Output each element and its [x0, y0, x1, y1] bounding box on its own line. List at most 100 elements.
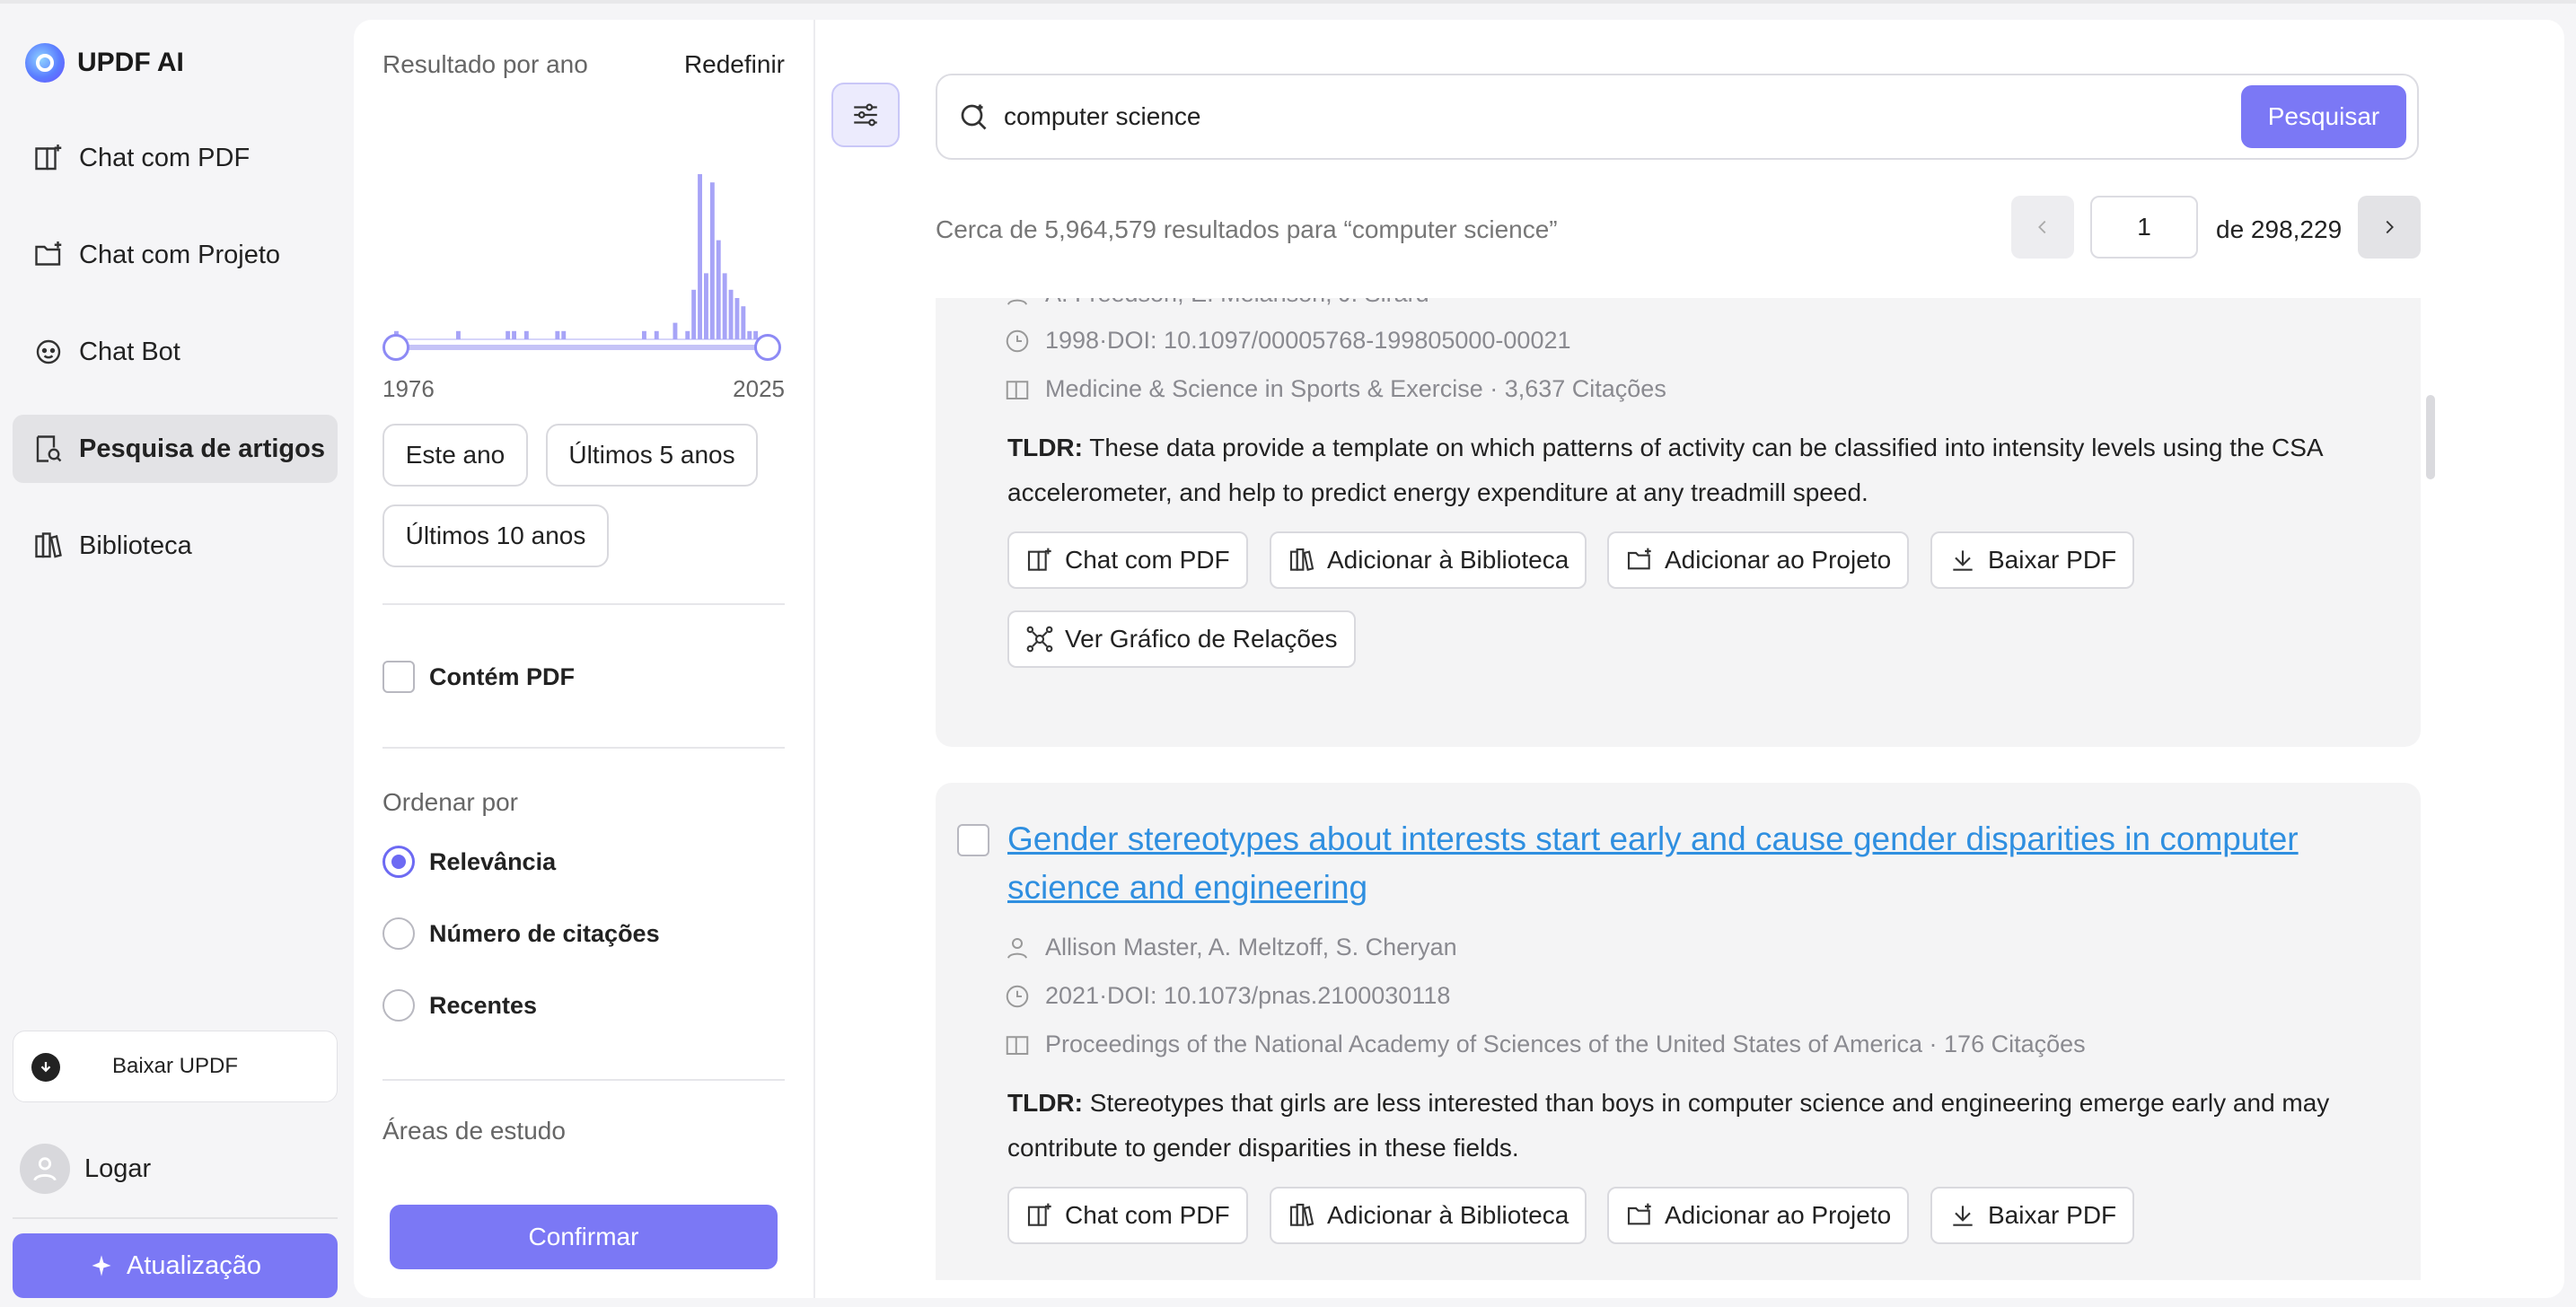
login-button[interactable]: Logar [20, 1144, 151, 1194]
chat-pdf-button[interactable]: Chat com PDF [1007, 531, 1248, 589]
results-count: Cerca de 5,964,579 resultados para “comp… [936, 215, 1558, 243]
histogram-bar [691, 289, 697, 339]
histogram-bar [716, 240, 721, 339]
sidebar: UPDF AI Chat com PDF Chat com Projeto Ch… [0, 0, 350, 1307]
sidebar-item-chat-bot[interactable]: Chat Bot [13, 318, 338, 386]
upgrade-button[interactable]: Atualização [13, 1233, 338, 1298]
sliders-icon [854, 103, 877, 127]
login-label: Logar [84, 1153, 152, 1183]
filter-toggle-button[interactable] [831, 83, 900, 147]
prev-page-button[interactable] [2011, 196, 2074, 259]
app-name: UPDF AI [77, 48, 184, 77]
sparkle-icon [92, 1255, 111, 1276]
histogram-bar [685, 330, 690, 339]
year-range-max-handle[interactable] [754, 334, 781, 361]
download-updf-button[interactable]: Baixar UPDF [13, 1031, 338, 1102]
upgrade-label: Atualização [127, 1250, 261, 1280]
chat-pdf-button[interactable]: Chat com PDF [1007, 1187, 1248, 1244]
sort-option-label: Recentes [429, 991, 538, 1019]
year-range-track [397, 345, 769, 350]
add-to-library-button[interactable]: Adicionar à Biblioteca [1270, 531, 1587, 589]
checkbox-box[interactable] [382, 661, 415, 693]
sidebar-item-chat-project[interactable]: Chat com Projeto [13, 221, 338, 289]
result-tldr: TLDR: These data provide a template on w… [1007, 434, 2323, 506]
download-pdf-button[interactable]: Baixar PDF [1930, 531, 2135, 589]
next-page-button[interactable] [2358, 196, 2421, 259]
main-content: computer science Pesquisar Cerca de 5,96… [815, 20, 2564, 1298]
add-to-library-button[interactable]: Adicionar à Biblioteca [1270, 1187, 1587, 1244]
library-icon [1289, 548, 1314, 571]
histogram-bar [698, 174, 702, 339]
sidebar-item-chat-pdf[interactable]: Chat com PDF [13, 124, 338, 192]
chat-pdf-icon [1027, 548, 1051, 571]
download-pdf-button[interactable]: Baixar PDF [1930, 1187, 2135, 1244]
radio-dot[interactable] [382, 989, 415, 1022]
search-doc-icon [36, 435, 62, 462]
histogram-bar [642, 330, 646, 339]
scrollbar-thumb[interactable] [2426, 395, 2435, 479]
folder-plus-icon [1627, 1203, 1651, 1225]
this-year-button[interactable]: Este ano [382, 424, 528, 487]
sidebar-item-label: Chat com PDF [79, 143, 251, 172]
chat-pdf-icon [35, 145, 62, 171]
sort-option-label: Relevância [429, 847, 557, 875]
radio-dot[interactable] [382, 917, 415, 950]
result-title-link[interactable]: Gender stereotypes about interests start… [1007, 815, 2318, 912]
divider [382, 747, 785, 749]
clock-icon [1006, 985, 1029, 1007]
person-icon [1007, 299, 1027, 305]
sidebar-item-library[interactable]: Biblioteca [13, 512, 338, 580]
year-histogram [393, 174, 765, 340]
sidebar-item-label: Chat Bot [79, 337, 180, 366]
folder-plus-icon [35, 241, 62, 266]
chevron-left-icon [2038, 220, 2046, 234]
updf-logo-icon [25, 43, 65, 83]
download-icon [31, 1053, 60, 1082]
search-input[interactable]: computer science [1004, 102, 2241, 131]
year-range-min-handle[interactable] [382, 334, 409, 361]
sidebar-item-article-search[interactable]: Pesquisa de artigos [13, 415, 338, 483]
radio-dot[interactable] [382, 846, 415, 878]
brand[interactable]: UPDF AI [25, 43, 184, 83]
histogram-bar [747, 330, 752, 339]
has-pdf-label: Contém PDF [429, 662, 575, 690]
add-to-project-button[interactable]: Adicionar ao Projeto [1607, 531, 1910, 589]
histogram-bar [561, 330, 567, 339]
histogram-bar [456, 330, 461, 339]
sort-option-label: Número de citações [429, 919, 660, 947]
sort-recent-radio[interactable]: Recentes [382, 989, 537, 1022]
avatar-icon [20, 1144, 70, 1194]
clock-icon [1006, 329, 1029, 352]
result-card: Gender stereotypes about interests start… [936, 783, 2421, 1280]
reset-button[interactable]: Redefinir [684, 50, 785, 79]
last-10-years-button[interactable]: Últimos 10 anos [382, 504, 609, 567]
chat-pdf-icon [1027, 1203, 1051, 1226]
download-icon [1953, 1206, 1973, 1226]
sort-citations-radio[interactable]: Número de citações [382, 917, 660, 950]
result-select-checkbox[interactable] [957, 824, 989, 856]
result-venue: Proceedings of the National Academy of S… [1004, 1031, 2086, 1058]
sidebar-item-label: Biblioteca [79, 531, 192, 560]
page-input[interactable]: 1 [2090, 196, 2198, 259]
add-to-project-button[interactable]: Adicionar ao Projeto [1607, 1187, 1910, 1244]
book-icon [1006, 1035, 1029, 1055]
divider [382, 603, 785, 605]
result-authors: Allison Master, A. Meltzoff, S. Cheryan [1004, 934, 1457, 961]
search-button[interactable]: Pesquisar [2241, 85, 2406, 148]
last-5-years-button[interactable]: Últimos 5 anos [546, 424, 758, 487]
sort-relevance-radio[interactable]: Relevância [382, 846, 556, 878]
histogram-bar [506, 330, 511, 339]
result-tldr: TLDR: Stereotypes that girls are less in… [1007, 1089, 2330, 1162]
results-list: A. Freedson, E. Melanson, J. Sirard 1998… [936, 298, 2421, 1280]
page-total: de 298,229 [2216, 215, 2343, 243]
relations-graph-button[interactable]: Ver Gráfico de Relações [1007, 610, 1356, 668]
library-icon [35, 532, 62, 558]
window-top-border [0, 0, 2576, 4]
confirm-button[interactable]: Confirmar [390, 1205, 778, 1269]
histogram-bar [654, 330, 659, 339]
result-doi: 1998·DOI: 10.1097/00005768-199805000-000… [1004, 327, 1571, 355]
has-pdf-checkbox[interactable]: Contém PDF [382, 661, 575, 693]
sidebar-item-label: Pesquisa de artigos [79, 434, 325, 463]
result-card: A. Freedson, E. Melanson, J. Sirard 1998… [936, 298, 2421, 747]
person-icon [1007, 937, 1027, 959]
